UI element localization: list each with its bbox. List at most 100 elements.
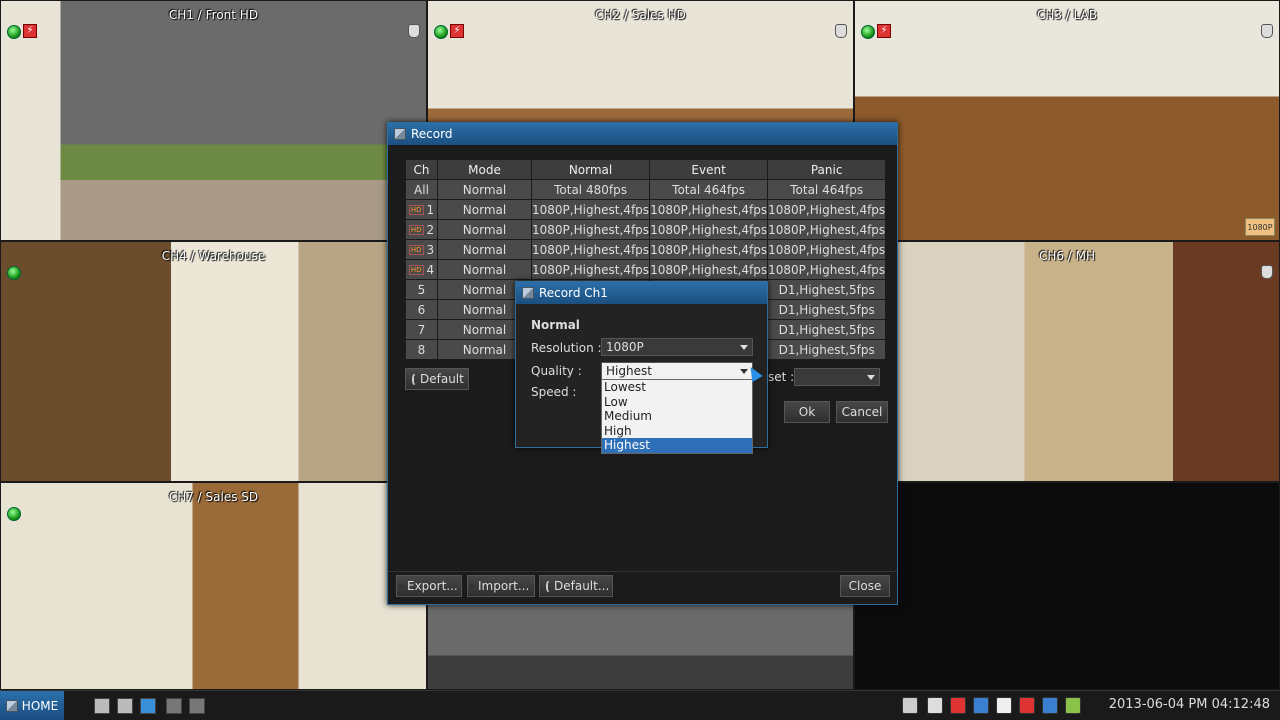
section-title: Normal (531, 318, 580, 332)
power-icon[interactable] (1065, 697, 1081, 714)
table-cell-panic: 1080P,Highest,4fps (767, 219, 887, 240)
download-icon[interactable] (927, 697, 943, 714)
default-bottom-button[interactable]: Default... (539, 575, 613, 597)
import-button[interactable]: Import... (467, 575, 535, 597)
camera-feed (1, 1, 426, 240)
default-button[interactable]: Default (405, 368, 469, 390)
dialog-footer (388, 571, 897, 572)
table-row[interactable]: All Normal Total 480fps Total 464fps Total 4… (405, 179, 887, 200)
table-row[interactable]: HD 1 Normal 1080P,Highest,4fps 1080P,Highest… (405, 199, 887, 220)
ok-label: Ok (798, 405, 816, 419)
cancel-button[interactable]: Cancel (836, 401, 888, 423)
channel-number: 2 (426, 222, 435, 237)
channel-number: 7 (417, 322, 426, 337)
quality-option[interactable]: High (602, 424, 752, 439)
sequence-icon[interactable] (166, 698, 182, 714)
camera-tile-ch9-empty[interactable] (854, 482, 1280, 690)
table-cell-event: 1080P,Highest,4fps (649, 219, 769, 240)
speed-label: Speed : (531, 385, 577, 399)
motion-alert-icon: ⚡ (450, 24, 464, 38)
quality-option[interactable]: Low (602, 395, 752, 410)
motion-alert-icon: ⚡ (23, 24, 37, 38)
camera-tile-ch6[interactable]: CH6 / MH (854, 241, 1280, 482)
ok-button[interactable]: Ok (784, 401, 830, 423)
layout-quad-icon[interactable] (117, 698, 133, 714)
hdd-icon[interactable] (996, 697, 1012, 714)
recording-indicator-icon (7, 507, 21, 521)
home-label: HOME (21, 699, 59, 713)
hd-badge-icon: HD (408, 265, 424, 275)
table-cell-mode: Normal (437, 179, 532, 200)
preset-select[interactable] (794, 368, 880, 386)
table-cell-event: Total 464fps (649, 179, 769, 200)
quality-value: Highest (606, 364, 652, 378)
resolution-select[interactable]: 1080P (601, 338, 753, 356)
taskbar: HOME 2013-06-04 PM 04:12:48 (0, 690, 1280, 720)
table-cell-ch: 5 (405, 279, 438, 300)
record-ch1-dialog: Record Ch1 Normal Resolution : 1080P Qua… (515, 281, 768, 454)
microphone-icon (1261, 265, 1273, 279)
layout-single-icon[interactable] (94, 698, 110, 714)
column-header: Panic (767, 159, 887, 180)
camera-feed (855, 242, 1279, 481)
record-status-icon[interactable] (1042, 697, 1058, 714)
table-cell-ch: HD 4 (405, 259, 438, 280)
export-button[interactable]: Export... (396, 575, 462, 597)
close-label: Close (848, 579, 882, 593)
camera-tile-ch1[interactable]: CH1 / Front HD ⚡ (0, 0, 427, 241)
microphone-icon (408, 24, 420, 38)
microphone-icon (835, 24, 847, 38)
alert-icon[interactable] (950, 697, 966, 714)
table-cell-event: 1080P,Highest,4fps (649, 259, 769, 280)
table-cell-normal: Total 480fps (530, 179, 651, 200)
camera-title: CH1 / Front HD (168, 8, 259, 22)
camera-tile-ch3[interactable]: CH3 / LAB ⚡ 1080P (854, 0, 1280, 241)
table-cell-ch: 8 (405, 339, 438, 360)
default-bottom-label: Default... (554, 579, 610, 593)
quality-label: Quality : (531, 364, 582, 378)
hd-badge-icon: HD (408, 225, 424, 235)
table-cell-ch: HD 2 (405, 219, 438, 240)
table-cell-panic: D1,Highest,5fps (767, 319, 887, 340)
camera-tile-ch4[interactable]: CH4 / Warehouse (0, 241, 427, 482)
quality-option-selected[interactable]: Highest (602, 438, 752, 453)
quality-dropdown-list: Lowest Low Medium High Highest (601, 379, 753, 454)
channel-number: 6 (417, 302, 426, 317)
camera-tile-ch7[interactable]: CH7 / Sales SD (0, 482, 427, 690)
quality-option[interactable]: Medium (602, 409, 752, 424)
channel-number: 3 (426, 242, 435, 257)
table-cell-ch: HD 1 (405, 199, 438, 220)
table-cell-panic: 1080P,Highest,4fps (767, 259, 887, 280)
table-row[interactable]: HD 4 Normal 1080P,Highest,4fps 1080P,Highest… (405, 259, 887, 280)
camera-tile-ch8[interactable] (427, 604, 854, 690)
clock: 2013-06-04 PM 04:12:48 (1108, 697, 1270, 712)
audio-icon[interactable] (973, 697, 989, 714)
record-dialog-titlebar[interactable]: Record (388, 123, 897, 145)
quality-select[interactable]: Highest (601, 362, 753, 380)
quality-option[interactable]: Lowest (602, 380, 752, 395)
resolution-value: 1080P (606, 340, 644, 354)
home-button[interactable]: HOME (0, 691, 64, 720)
camera-control-icon[interactable] (189, 698, 205, 714)
table-cell-panic: 1080P,Highest,4fps (767, 199, 887, 220)
table-row[interactable]: HD 2 Normal 1080P,Highest,4fps 1080P,Highest… (405, 219, 887, 240)
close-button[interactable]: Close (840, 575, 890, 597)
table-cell-panic: D1,Highest,5fps (767, 339, 887, 360)
table-cell-panic: D1,Highest,5fps (767, 299, 887, 320)
warning-icon[interactable] (1019, 697, 1035, 714)
channel-number: 4 (426, 262, 435, 277)
network-icon[interactable] (902, 697, 918, 714)
layout-nine-icon[interactable] (140, 698, 156, 714)
table-row[interactable]: HD 3 Normal 1080P,Highest,4fps 1080P,Highest… (405, 239, 887, 260)
home-cube-icon (5, 700, 18, 712)
table-cell-ch: All (405, 179, 438, 200)
column-header: Ch (405, 159, 438, 180)
column-header: Mode (437, 159, 532, 180)
camera-title: CH7 / Sales SD (168, 490, 259, 504)
record-ch1-titlebar[interactable]: Record Ch1 (516, 282, 767, 304)
sub-dialog-title: Record Ch1 (539, 286, 608, 300)
refresh-icon (412, 373, 416, 385)
record-cube-icon (394, 128, 406, 140)
export-label: Export... (407, 579, 458, 593)
camera-title: CH3 / LAB (1036, 8, 1098, 22)
